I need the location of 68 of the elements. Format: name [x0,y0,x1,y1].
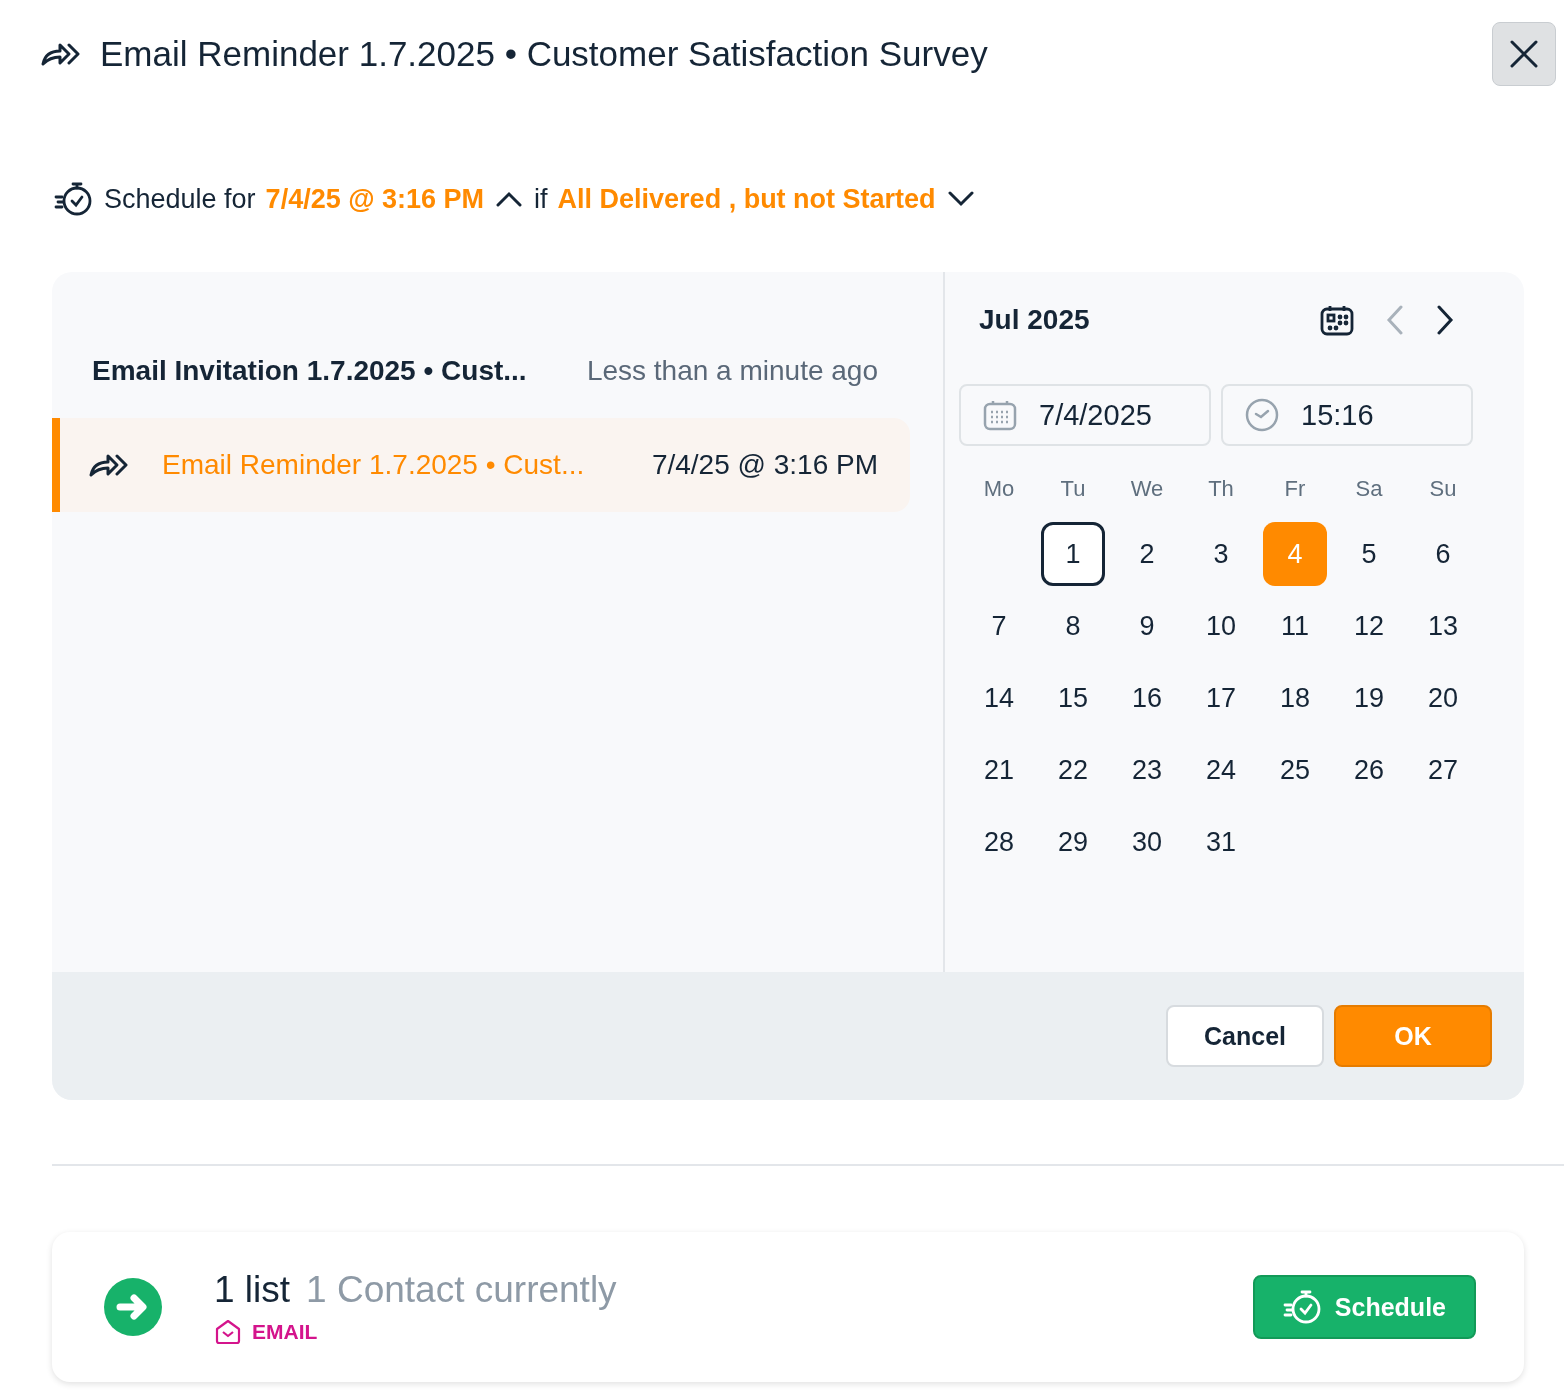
calendar-day[interactable]: 30 [1115,810,1179,874]
condition-connector: if [534,183,548,215]
message-name: Email Reminder 1.7.2025 • Cust... [162,449,586,481]
schedule-label: Schedule for [104,183,256,215]
chevron-right-icon [1436,305,1454,335]
calendar-day[interactable]: 31 [1189,810,1253,874]
calendar-month: Jul 2025 [979,304,1091,336]
calendar-day[interactable]: 12 [1337,594,1401,658]
calendar-day[interactable]: 18 [1263,666,1327,730]
calendar-day[interactable]: 11 [1263,594,1327,658]
calendar-day[interactable]: 23 [1115,738,1179,802]
today-button[interactable] [1320,304,1354,336]
calendar-day[interactable]: 16 [1115,666,1179,730]
close-button[interactable] [1492,22,1556,86]
calendar-day[interactable]: 3 [1189,522,1253,586]
calendar-day[interactable]: 28 [967,810,1031,874]
list-count: 1 list [214,1269,291,1311]
calendar-day[interactable]: 2 [1115,522,1179,586]
time-field[interactable]: 15:16 [1221,384,1473,446]
calendar-day[interactable]: 10 [1189,594,1253,658]
calendar-day[interactable]: 29 [1041,810,1105,874]
weekday-label: Tu [1059,476,1087,503]
calendar-day[interactable]: 5 [1337,522,1401,586]
calendar-day[interactable]: 26 [1337,738,1401,802]
chevron-left-icon [1386,305,1404,335]
calendar-day[interactable]: 22 [1041,738,1105,802]
weekday-label: Th [1207,476,1235,503]
calendar-day[interactable]: 25 [1263,738,1327,802]
weekday-label: Mo [982,476,1016,503]
message-time: Less than a minute ago [586,355,878,387]
dialog-title: Email Reminder 1.7.2025 • Customer Satisfaction Survey [100,34,989,74]
arrow-right-circle-icon [104,1278,162,1336]
calendar-icon [1320,304,1354,336]
chevron-down-icon [947,191,974,207]
weekday-label: Fr [1283,476,1307,503]
calendar-day[interactable]: 14 [967,666,1031,730]
calendar-day[interactable]: 6 [1411,522,1475,586]
calendar-day[interactable]: 9 [1115,594,1179,658]
contact-count: 1 Contact currently [306,1269,617,1311]
channel-label: EMAIL [252,1320,318,1344]
weekday-label: We [1129,476,1165,503]
calendar-day[interactable]: 24 [1189,738,1253,802]
close-icon [1510,40,1538,68]
date-field[interactable]: 7/4/2025 [959,384,1211,446]
calendar-day[interactable]: 20 [1411,666,1475,730]
calendar-day[interactable]: 27 [1411,738,1475,802]
weekday-label: Su [1428,476,1458,503]
calendar-day[interactable]: 19 [1337,666,1401,730]
message-row[interactable]: Email Invitation 1.7.2025 • Cust... Less than a minute ago [52,324,910,418]
message-time: 7/4/25 @ 3:16 PM [651,449,878,481]
chevron-up-icon [496,191,523,207]
cancel-button[interactable]: Cancel [1166,1005,1324,1067]
clock-icon [1245,398,1279,432]
weekday-label: Sa [1354,476,1384,503]
calendar-day[interactable]: 7 [967,594,1031,658]
next-month-button[interactable] [1436,305,1454,335]
calendar-day[interactable]: 13 [1411,594,1475,658]
message-row[interactable]: Email Reminder 1.7.2025 • Cust... 7/4/25 @ 3:16 PM [52,418,910,512]
calendar-day[interactable]: 8 [1041,594,1105,658]
calendar-day[interactable]: 17 [1189,666,1253,730]
message-name: Email Invitation 1.7.2025 • Cust... [92,355,528,387]
stopwatch-icon [1282,1288,1323,1326]
calendar-day[interactable]: 1 [1041,522,1105,586]
calendar-icon [983,399,1017,431]
envelope-icon [214,1319,242,1345]
calendar-day[interactable]: 21 [967,738,1031,802]
calendar-day[interactable]: 15 [1041,666,1105,730]
stopwatch-icon [54,180,94,218]
